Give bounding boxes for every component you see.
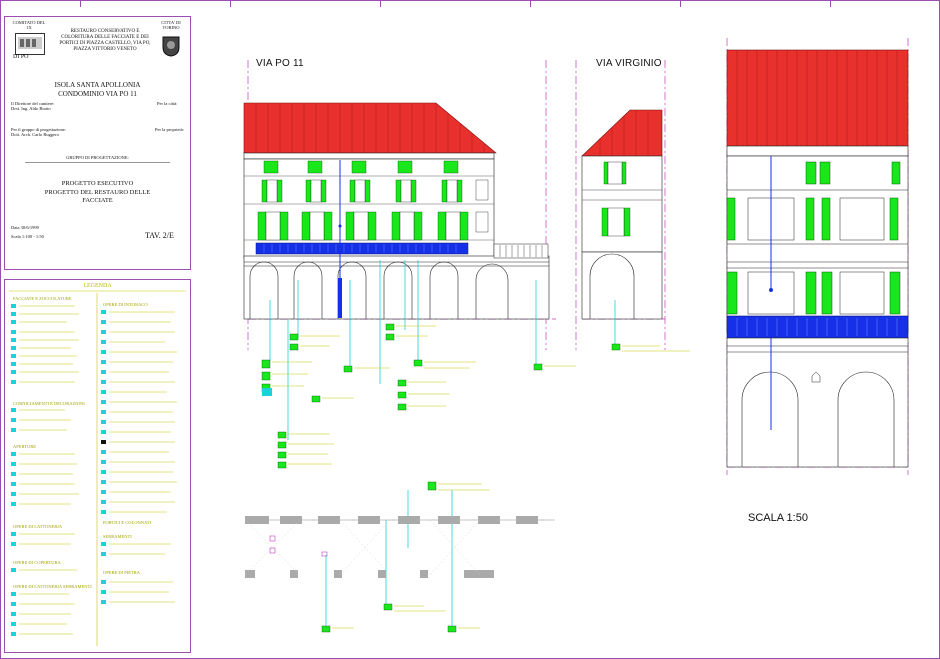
frame-tick [230,0,231,7]
detail-scale-label: SCALA 1:50 [748,512,808,524]
legend-section-heading: PORTICI E COLONNATI [103,520,151,525]
legend-section-heading: OPERE DI LATTONERIA SERRAMENTI [13,584,92,589]
frame-tick [680,0,681,7]
legend-section-heading: OPERE DI INTONACO [103,302,148,307]
logo-text: DI PO [13,54,29,60]
left-logo-caption: COMITATO DEL 1X [12,20,46,30]
title-block: COMITATO DEL 1X DI PO RESTAURO CONSERVAT… [4,16,191,270]
project-header: RESTAURO CONSERVATIVO E COLORITURA DELLE… [59,29,151,52]
project-subject: PROGETTO DEL RESTAURO DELLE FACCIATE [44,189,151,204]
legend-section-heading: SERRAMENTI [103,534,132,539]
legend-section-heading: OPERE DI COPERTURA [13,560,61,565]
designers-name: Dott. Arch. Carlo Ruggero [11,132,59,137]
city-label: Per la città: [157,101,178,106]
sheet-id: TAV. 2/E [145,231,174,240]
director-name: Dott. Ing. Aldo Biotto [11,106,51,111]
legend-section-heading: CORNICIAMENTI E DECORAZIONI [13,401,85,406]
condominium-name: CONDOMINIO VIA PO 11 [58,90,137,98]
group-label: GRUPPO DI PROGETTAZIONE: [66,155,129,160]
frame-tick [830,0,831,7]
legend-entries [9,290,186,646]
date-text: Data 30/6/1999 [11,225,39,230]
elevation-title-via-po: VIA PO 11 [256,58,304,69]
project-phase: PROGETTO ESECUTIVO [61,180,134,187]
divider [25,162,170,163]
city-crest-icon [161,35,181,57]
frame-tick [80,0,81,7]
legend-panel: LEGENDA FACCIATE E ZOCCOLATURE CORNICIAM… [4,279,191,653]
elevation-title-via-virginio: VIA VIRGINIO [596,58,662,69]
left-logo [15,33,45,55]
legend-section-heading: FACCIATE E ZOCCOLATURE [13,296,72,301]
scale-text: Scala 1:100 - 1:50 [11,234,44,239]
legend-section-heading: OPERE DI PIETRA [103,570,140,575]
legend-section-heading: APERTURE [13,444,36,449]
frame-tick [530,0,531,7]
drawing-sheet: COMITATO DEL 1X DI PO RESTAURO CONSERVAT… [0,0,940,659]
building-name: ISOLA SANTA APOLLONIA [54,81,141,89]
legend-section-heading: OPERE DI LATTONERIA [13,524,63,529]
owner-label: Per la proprietà: [155,127,184,132]
right-logo-caption: CITTA' DI TORINO [161,20,181,30]
frame-tick [380,0,381,7]
